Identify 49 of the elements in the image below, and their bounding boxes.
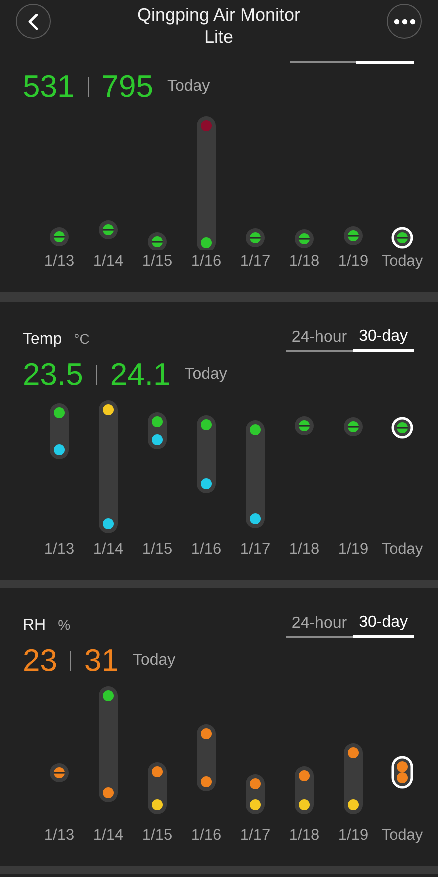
day-label: Today: [380, 253, 424, 271]
more-button[interactable]: [387, 4, 422, 39]
day-label: Today: [380, 827, 424, 845]
day-label: 1/19: [337, 541, 370, 559]
day-label: 1/16: [190, 827, 223, 845]
day-label: Today: [380, 541, 424, 559]
divider-line: [70, 651, 72, 671]
day-label: 1/15: [141, 541, 174, 559]
range-tab[interactable]: 30-day: [353, 614, 414, 638]
window-title: Qingping Air Monitor Lite: [136, 4, 302, 48]
day-label: 1/16: [190, 541, 223, 559]
range-tab[interactable]: 24-hour: [286, 614, 354, 638]
unit-label: °C: [74, 331, 90, 347]
metric-title: RH: [23, 617, 46, 635]
reading-value: 24.1: [110, 357, 171, 393]
day-label: 1/13: [43, 253, 76, 271]
back-button[interactable]: [16, 4, 51, 39]
reading-value: 795: [102, 69, 154, 105]
back-icon: [26, 14, 40, 30]
range-tab[interactable]: 24-hour: [286, 328, 354, 352]
range-tab[interactable]: 30-day: [353, 328, 414, 352]
day-label: 1/16: [190, 253, 223, 271]
day-label: 1/17: [239, 541, 272, 559]
day-label: 1/14: [92, 827, 125, 845]
day-label: 1/18: [288, 827, 321, 845]
day-label: 1/14: [92, 541, 125, 559]
today-label: Today: [132, 652, 176, 670]
reading-value: 23: [23, 643, 58, 679]
reading-value: 31: [84, 643, 119, 679]
day-label: 1/19: [337, 253, 370, 271]
metric-title: Temp: [23, 331, 62, 349]
divider-line: [88, 77, 89, 97]
day-label: 1/17: [239, 253, 272, 271]
today-label: Today: [167, 78, 210, 96]
day-label: 1/14: [92, 253, 125, 271]
day-label: 1/13: [43, 827, 76, 845]
day-label: 1/15: [141, 827, 174, 845]
day-label: 1/15: [141, 253, 174, 271]
reading-value: 531: [23, 69, 75, 105]
divider-line: [96, 365, 98, 385]
today-label: Today: [184, 366, 228, 384]
day-label: 1/19: [337, 827, 370, 845]
day-label: 1/17: [239, 827, 272, 845]
unit-label: %: [58, 617, 71, 633]
day-label: 1/13: [43, 541, 76, 559]
more-icon: [394, 18, 416, 24]
reading-value: 23.5: [23, 357, 84, 393]
day-label: 1/18: [288, 253, 321, 271]
day-label: 1/18: [288, 541, 321, 559]
